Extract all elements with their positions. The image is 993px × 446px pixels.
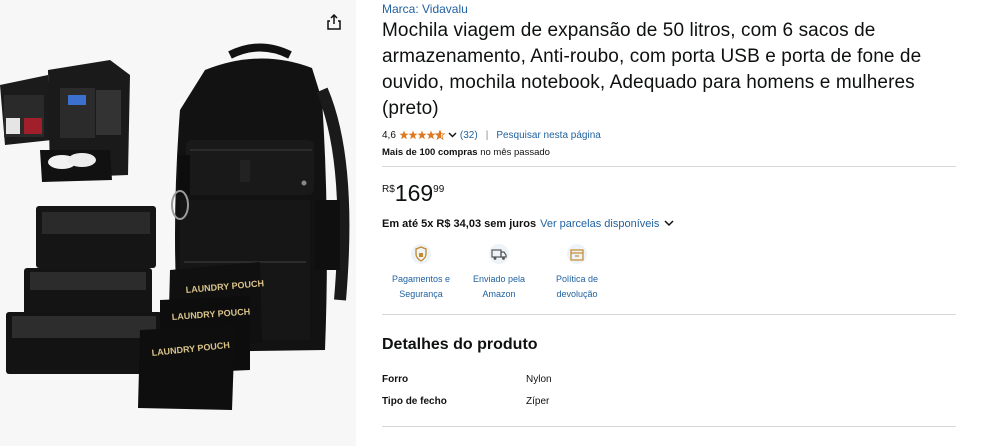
feature-return-policy[interactable]: Política de devolução — [538, 242, 616, 312]
divider — [382, 314, 956, 315]
feature-label-line: Pagamentos e — [391, 274, 451, 284]
chevron-down-icon[interactable] — [448, 130, 457, 140]
product-image[interactable]: LAUNDRY POUCH LAUNDRY POUCH LAUNDRY POUC… — [0, 40, 356, 446]
divider — [382, 426, 956, 427]
product-details-table: Forro Nylon Tipo de fecho Zíper — [382, 368, 956, 412]
details-value: Nylon — [526, 373, 552, 385]
price-fraction: 99 — [433, 184, 445, 195]
feature-badges: Pagamentos e Segurança Enviado pela Amaz… — [382, 242, 956, 312]
truck-icon — [487, 242, 511, 266]
feature-label-line: Enviado pela — [472, 274, 526, 284]
product-info: Marca: Vidavalu Mochila viagem de expans… — [382, 0, 956, 427]
details-row: Forro Nylon — [382, 368, 956, 390]
feature-label: Política de devolução — [556, 272, 598, 302]
feature-label: Enviado pela Amazon — [473, 272, 525, 302]
installments-text: Em até 5x R$ 34,03 sem juros — [382, 218, 537, 230]
feature-label: Pagamentos e Segurança — [392, 272, 450, 302]
feature-payment-security[interactable]: Pagamentos e Segurança — [382, 242, 460, 312]
shield-icon — [409, 242, 433, 266]
details-key: Forro — [382, 373, 409, 385]
details-key: Tipo de fecho — [382, 395, 447, 407]
bought-count-bold: Mais de 100 compras — [382, 147, 478, 158]
rating-value: 4,6 — [382, 129, 396, 141]
bought-count: Mais de 100 compras no mês passado — [382, 147, 956, 158]
brand-link[interactable]: Marca: Vidavalu — [382, 2, 956, 16]
return-box-icon — [565, 242, 589, 266]
product-title: Mochila viagem de expansão de 50 litros,… — [382, 20, 922, 119]
details-value: Zíper — [526, 395, 550, 407]
rating-row: 4,6 (32) | Pesquisar nesta página — [382, 128, 956, 142]
feature-label-line: Amazon — [482, 289, 516, 299]
bought-count-rest: no mês passado — [480, 147, 550, 158]
rating-count-link[interactable]: (32) — [460, 130, 478, 141]
separator: | — [485, 129, 489, 141]
feature-label-line: devolução — [556, 289, 598, 299]
share-button[interactable] — [322, 10, 346, 34]
search-page-link[interactable]: Pesquisar nesta página — [496, 130, 601, 141]
divider — [382, 166, 956, 167]
chevron-down-icon[interactable] — [664, 219, 674, 230]
price: R$ 169 99 — [382, 180, 956, 210]
product-details-heading: Detalhes do produto — [382, 336, 538, 353]
feature-label-line: Política de — [555, 274, 599, 284]
share-icon — [327, 14, 341, 30]
star-icons — [399, 130, 445, 140]
product-image-panel: LAUNDRY POUCH LAUNDRY POUCH LAUNDRY POUC… — [0, 0, 356, 446]
details-row: Tipo de fecho Zíper — [382, 390, 956, 412]
feature-label-line: Segurança — [399, 289, 443, 299]
star-rating[interactable] — [399, 130, 445, 140]
installments-link[interactable]: Ver parcelas disponíveis — [540, 218, 659, 230]
price-symbol: R$ — [382, 184, 395, 195]
installments: Em até 5x R$ 34,03 sem juros Ver parcela… — [382, 218, 956, 230]
price-whole: 169 — [394, 180, 434, 206]
feature-shipped-by-amazon[interactable]: Enviado pela Amazon — [460, 242, 538, 312]
